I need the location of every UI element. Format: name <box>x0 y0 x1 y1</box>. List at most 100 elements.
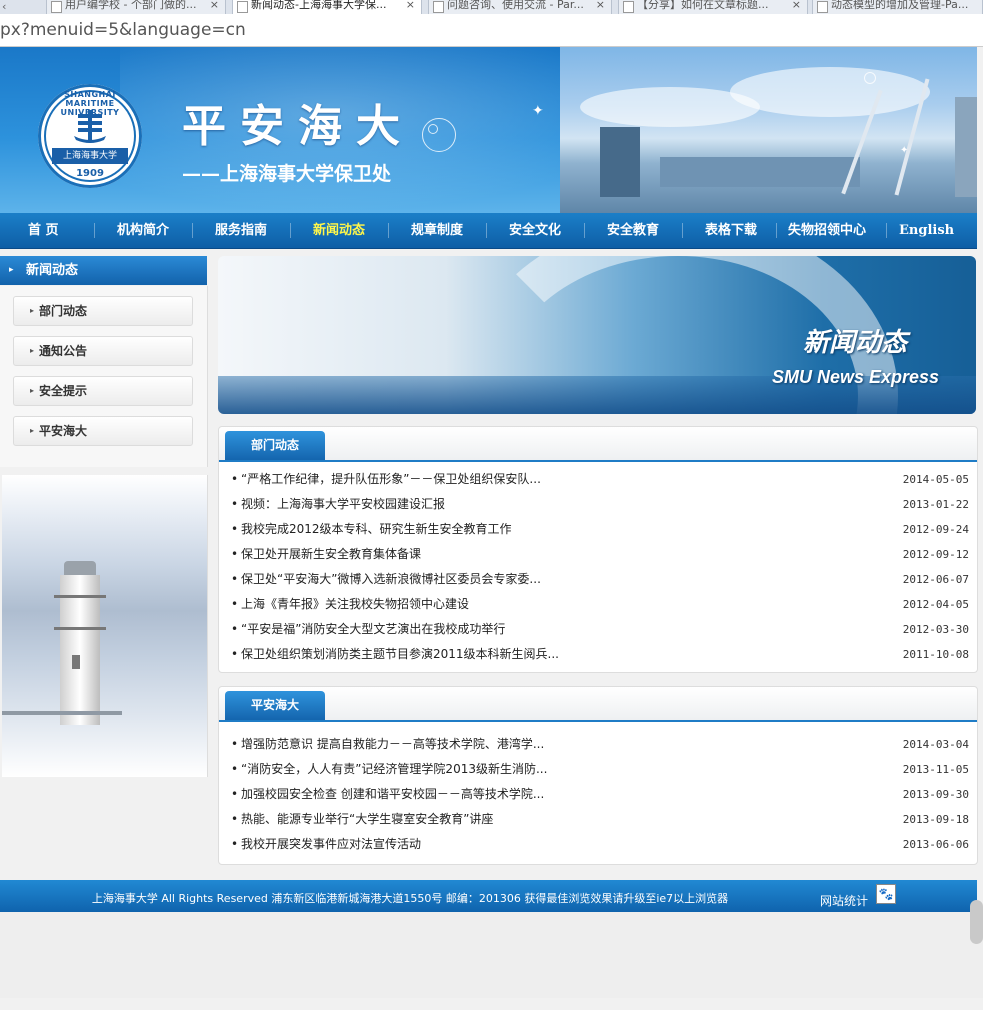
close-icon[interactable]: × <box>596 0 605 10</box>
nav-item-services[interactable]: 服务指南 <box>215 213 267 248</box>
browser-tab[interactable]: 问题咨询、使用交流 - Par... × <box>428 0 612 14</box>
news-item[interactable]: • 保卫处开展新生安全教育集体备课 2012-09-12 <box>231 542 969 567</box>
nav-item-about[interactable]: 机构简介 <box>117 213 169 248</box>
news-title[interactable]: 加强校园安全检查 创建和谐平安校园－－高等技术学院... <box>241 782 544 807</box>
site-stats-link[interactable]: 网站统计 <box>820 892 868 909</box>
site-subtitle: ——上海海事大学保卫处 <box>182 163 392 185</box>
cloud <box>730 67 930 117</box>
news-date: 2013-11-05 <box>902 763 969 776</box>
sidebar-item-label: 安全提示 <box>39 384 88 398</box>
nav-item-safety-education[interactable]: 安全教育 <box>607 213 659 248</box>
sidebar-item-label: 部门动态 <box>39 304 88 318</box>
tab-scroll-left-icon[interactable]: ‹ <box>2 0 6 13</box>
news-title[interactable]: 增强防范意识 提高自救能力－－高等技术学院、港湾学... <box>241 732 544 757</box>
news-title[interactable]: “严格工作纪律，提升队伍形象”－－保卫处组织保安队... <box>241 467 541 492</box>
lighthouse-balcony <box>54 627 106 630</box>
news-item[interactable]: • 我校完成2012级本专科、研究生新生安全教育工作 2012-09-24 <box>231 517 969 542</box>
nav-item-news[interactable]: 新闻动态 <box>313 213 365 248</box>
scroll-handle[interactable] <box>970 900 983 944</box>
news-item[interactable]: • “严格工作纪律，提升队伍形象”－－保卫处组织保安队... 2014-05-05 <box>231 467 969 492</box>
news-hero-banner: 新闻动态 SMU News Express <box>218 256 976 414</box>
baidu-stats-icon[interactable]: 🐾 <box>876 884 896 904</box>
bullet-icon: • <box>231 472 239 486</box>
news-title[interactable]: 保卫处“平安海大”微博入选新浪微博社区委员会专家委... <box>241 567 541 592</box>
sidebar-header-label: 新闻动态 <box>26 263 79 278</box>
close-icon[interactable]: × <box>210 0 219 10</box>
nav-item-home[interactable]: 首 页 <box>28 213 59 248</box>
sparkle-icon: ✦ <box>532 103 544 119</box>
building <box>955 97 977 197</box>
sidebar-item-safe-campus[interactable]: ▸ 平安海大 <box>13 416 193 446</box>
url-text[interactable]: px?menuid=5&language=cn <box>0 20 246 40</box>
logo-cn-text: 上海海事大学 <box>52 148 128 164</box>
news-item[interactable]: • 视频：上海海事大学平安校园建设汇报 2013-01-22 <box>231 492 969 517</box>
news-date: 2014-05-05 <box>902 473 969 486</box>
arrow-right-icon: ▸ <box>30 426 35 435</box>
arrow-right-icon: ▸ <box>30 306 35 315</box>
news-panel-department: 部门动态 • “严格工作纪律，提升队伍形象”－－保卫处组织保安队... 2014-0… <box>218 426 978 673</box>
site-title: 平安海大 <box>182 101 414 152</box>
news-title[interactable]: 我校完成2012级本专科、研究生新生安全教育工作 <box>241 517 512 542</box>
bullet-icon: • <box>231 572 239 586</box>
nav-item-safety-culture[interactable]: 安全文化 <box>509 213 561 248</box>
nav-divider <box>94 223 95 238</box>
news-date: 2013-09-30 <box>902 788 969 801</box>
nav-item-english[interactable]: English <box>899 213 954 248</box>
news-item[interactable]: • 增强防范意识 提高自救能力－－高等技术学院、港湾学... 2014-03-04 <box>231 732 969 757</box>
news-title[interactable]: 保卫处开展新生安全教育集体备课 <box>241 542 421 567</box>
news-item[interactable]: • 我校开展突发事件应对法宣传活动 2013-06-06 <box>231 832 969 857</box>
pier <box>2 711 122 715</box>
logo-year: 1909 <box>76 168 104 179</box>
close-icon[interactable]: × <box>406 0 415 10</box>
nav-item-downloads[interactable]: 表格下载 <box>705 213 757 248</box>
sidebar-item-notices[interactable]: ▸ 通知公告 <box>13 336 193 366</box>
tab-label: 新闻动态-上海海事大学保... <box>251 0 387 11</box>
sidebar-item-department-news[interactable]: ▸ 部门动态 <box>13 296 193 326</box>
campus-photo <box>560 47 977 213</box>
browser-tab[interactable]: 【分享】如何在文章标题... × <box>618 0 808 14</box>
browser-tab[interactable]: 动态模型的增加及管理-Pa... <box>812 0 983 14</box>
page-icon <box>623 1 634 13</box>
university-logo[interactable]: SHANGHAI MARITIME UNIVERSITY 上海海事大学 1909 <box>38 84 142 188</box>
news-title[interactable]: 我校开展突发事件应对法宣传活动 <box>241 832 421 857</box>
browser-tab[interactable]: 用户编学校 - 个部门做的... × <box>46 0 226 14</box>
close-icon[interactable]: × <box>792 0 801 10</box>
nav-item-rules[interactable]: 规章制度 <box>411 213 463 248</box>
tab-label: 问题咨询、使用交流 - Par... <box>447 0 584 11</box>
news-item[interactable]: • “消防安全，人人有责”记经济管理学院2013级新生消防... 2013-11-0… <box>231 757 969 782</box>
news-item[interactable]: • 上海《青年报》关注我校失物招领中心建设 2012-04-05 <box>231 592 969 617</box>
browser-tab-strip: ‹ 用户编学校 - 个部门做的... × 新闻动态-上海海事大学保... × 问… <box>0 0 983 14</box>
sidebar-item-safety-tips[interactable]: ▸ 安全提示 <box>13 376 193 406</box>
news-date: 2012-09-24 <box>902 523 969 536</box>
panel-tab[interactable]: 平安海大 <box>225 691 325 720</box>
news-title[interactable]: 热能、能源专业举行“大学生寝室安全教育”讲座 <box>241 807 493 832</box>
browser-tab-active[interactable]: 新闻动态-上海海事大学保... × <box>232 0 422 14</box>
news-title[interactable]: 上海《青年报》关注我校失物招领中心建设 <box>241 592 469 617</box>
news-title[interactable]: 视频：上海海事大学平安校园建设汇报 <box>241 492 445 517</box>
arrow-right-icon: ▸ <box>30 346 35 355</box>
panel-header: 平安海大 <box>219 687 977 722</box>
arrow-right-icon: ▸ <box>30 386 35 395</box>
address-bar[interactable]: px?menuid=5&language=cn <box>0 14 983 47</box>
news-title[interactable]: “平安是福”消防安全大型文艺演出在我校成功举行 <box>241 617 505 642</box>
ship-icon <box>74 110 106 143</box>
tab-label: 【分享】如何在文章标题... <box>637 0 769 11</box>
tab-label: 动态模型的增加及管理-Pa... <box>831 0 969 11</box>
news-date: 2014-03-04 <box>902 738 969 751</box>
panel-tab[interactable]: 部门动态 <box>225 431 325 460</box>
nav-item-lost-found[interactable]: 失物招领中心 <box>788 213 866 248</box>
news-item[interactable]: • 保卫处组织策划消防类主题节目参演2011级本科新生阅兵... 2011-10-0… <box>231 642 969 667</box>
news-item[interactable]: • 加强校园安全检查 创建和谐平安校园－－高等技术学院... 2013-09-30 <box>231 782 969 807</box>
news-title[interactable]: “消防安全，人人有责”记经济管理学院2013级新生消防... <box>241 757 547 782</box>
news-date: 2012-06-07 <box>902 573 969 586</box>
lighthouse-window <box>72 655 80 669</box>
news-date: 2013-06-06 <box>902 838 969 851</box>
ring-decoration <box>422 118 456 152</box>
news-item[interactable]: • 热能、能源专业举行“大学生寝室安全教育”讲座 2013-09-18 <box>231 807 969 832</box>
sidebar-item-label: 通知公告 <box>39 344 88 358</box>
arrow-right-icon: ▸ <box>9 265 14 275</box>
news-item[interactable]: • 保卫处“平安海大”微博入选新浪微博社区委员会专家委... 2012-06-07 <box>231 567 969 592</box>
news-title[interactable]: 保卫处组织策划消防类主题节目参演2011级本科新生阅兵... <box>241 642 559 667</box>
page-icon <box>817 1 828 13</box>
news-item[interactable]: • “平安是福”消防安全大型文艺演出在我校成功举行 2012-03-30 <box>231 617 969 642</box>
